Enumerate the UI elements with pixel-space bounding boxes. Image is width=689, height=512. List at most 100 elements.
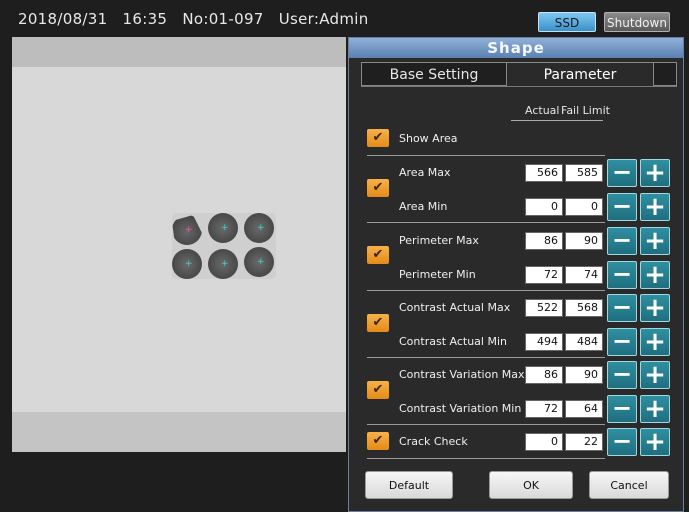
contrast-variation-min-minus-button[interactable]: −: [607, 395, 637, 423]
contrast-variation-min-plus-button[interactable]: +: [640, 395, 670, 423]
contrast-variation-max-actual: 86: [525, 366, 563, 384]
marker-icon: +: [257, 257, 265, 267]
contrast-variation-min-actual: 72: [525, 400, 563, 418]
plus-icon: +: [644, 394, 666, 424]
contrast-actual-min-plus-button[interactable]: +: [640, 328, 670, 356]
perimeter-max-minus-button[interactable]: −: [607, 227, 637, 255]
plus-icon: +: [644, 226, 666, 256]
column-header-actual: Actual: [525, 104, 560, 117]
crack-check-checkbox[interactable]: ✔: [367, 432, 389, 450]
contrast-variation-checkbox[interactable]: ✔: [367, 381, 389, 399]
plus-icon: +: [644, 293, 666, 323]
crack-check-minus-button[interactable]: −: [607, 428, 637, 456]
contrast-variation-min-limit[interactable]: 64: [565, 400, 603, 418]
shutdown-button[interactable]: Shutdown: [604, 12, 670, 32]
tablet: +: [244, 213, 274, 243]
marker-icon: +: [221, 259, 229, 269]
tablet: +: [244, 247, 274, 277]
check-icon: ✔: [372, 180, 384, 195]
plus-icon: +: [644, 427, 666, 457]
ok-button[interactable]: OK: [489, 471, 573, 499]
plus-icon: +: [644, 158, 666, 188]
marker-icon: +: [221, 223, 229, 233]
minus-icon: −: [611, 427, 633, 455]
perimeter-min-plus-button[interactable]: +: [640, 261, 670, 289]
camera-footer: [12, 452, 346, 512]
minus-icon: −: [611, 327, 633, 355]
minus-icon: −: [611, 394, 633, 422]
area-min-label: Area Min: [399, 200, 448, 213]
perimeter-max-actual: 86: [525, 232, 563, 250]
divider: [367, 290, 605, 291]
crack-check-limit[interactable]: 22: [565, 433, 603, 451]
camera-band-bottom: [12, 412, 346, 452]
contrast-actual-max-minus-button[interactable]: −: [607, 294, 637, 322]
marker-icon: +: [185, 259, 193, 269]
minus-icon: −: [611, 360, 633, 388]
perimeter-checkbox[interactable]: ✔: [367, 246, 389, 264]
plus-icon: +: [644, 360, 666, 390]
contrast-actual-max-limit[interactable]: 568: [565, 299, 603, 317]
marker-icon: +: [185, 225, 193, 235]
minus-icon: −: [611, 226, 633, 254]
contrast-actual-min-actual: 494: [525, 333, 563, 351]
divider: [367, 155, 605, 156]
perimeter-min-label: Perimeter Min: [399, 268, 476, 281]
marker-icon: +: [257, 223, 265, 233]
crack-check-actual: 0: [525, 433, 563, 451]
divider: [367, 458, 605, 459]
ssd-button[interactable]: SSD: [538, 12, 596, 32]
divider: [367, 222, 605, 223]
minus-icon: −: [611, 192, 633, 220]
status-time: 16:35: [122, 10, 168, 28]
perimeter-max-label: Perimeter Max: [399, 234, 479, 247]
area-max-limit[interactable]: 585: [565, 164, 603, 182]
perimeter-min-limit[interactable]: 74: [565, 266, 603, 284]
area-checkbox[interactable]: ✔: [367, 179, 389, 197]
panel-title: Shape: [349, 38, 683, 58]
perimeter-min-minus-button[interactable]: −: [607, 261, 637, 289]
perimeter-max-limit[interactable]: 90: [565, 232, 603, 250]
check-icon: ✔: [372, 247, 384, 262]
default-button[interactable]: Default: [365, 471, 453, 499]
divider: [367, 357, 605, 358]
tab-underline: [361, 86, 677, 87]
camera-band-top: [12, 37, 346, 67]
status-number: No:01-097: [182, 10, 264, 28]
contrast-actual-min-limit[interactable]: 484: [565, 333, 603, 351]
plus-icon: +: [644, 260, 666, 290]
cancel-button[interactable]: Cancel: [589, 471, 669, 499]
camera-view: + + + + + +: [12, 37, 346, 452]
contrast-actual-max-actual: 522: [525, 299, 563, 317]
contrast-actual-max-plus-button[interactable]: +: [640, 294, 670, 322]
area-max-minus-button[interactable]: −: [607, 159, 637, 187]
contrast-actual-min-label: Contrast Actual Min: [399, 335, 507, 348]
check-icon: ✔: [372, 382, 384, 397]
area-max-label: Area Max: [399, 166, 451, 179]
area-max-plus-button[interactable]: +: [640, 159, 670, 187]
plus-icon: +: [644, 327, 666, 357]
area-min-limit[interactable]: 0: [565, 198, 603, 216]
crack-check-label: Crack Check: [399, 435, 468, 448]
area-min-minus-button[interactable]: −: [607, 193, 637, 221]
status-user: User:Admin: [278, 10, 369, 28]
contrast-actual-min-minus-button[interactable]: −: [607, 328, 637, 356]
tab-parameter[interactable]: Parameter: [507, 62, 653, 86]
perimeter-max-plus-button[interactable]: +: [640, 227, 670, 255]
contrast-variation-max-minus-button[interactable]: −: [607, 361, 637, 389]
contrast-actual-checkbox[interactable]: ✔: [367, 314, 389, 332]
tablet: +: [208, 249, 238, 279]
contrast-variation-max-limit[interactable]: 90: [565, 366, 603, 384]
tab-base-setting[interactable]: Base Setting: [361, 62, 507, 86]
plus-icon: +: [644, 192, 666, 222]
show-area-checkbox[interactable]: ✔: [367, 129, 389, 147]
contrast-variation-min-label: Contrast Variation Min: [399, 402, 522, 415]
crack-check-plus-button[interactable]: +: [640, 428, 670, 456]
tablet: +: [172, 249, 202, 279]
contrast-variation-max-label: Contrast Variation Max: [399, 368, 525, 381]
area-min-plus-button[interactable]: +: [640, 193, 670, 221]
show-area-label: Show Area: [399, 132, 458, 145]
contrast-actual-max-label: Contrast Actual Max: [399, 301, 511, 314]
tab-bar: Base Setting Parameter: [361, 62, 677, 86]
contrast-variation-max-plus-button[interactable]: +: [640, 361, 670, 389]
